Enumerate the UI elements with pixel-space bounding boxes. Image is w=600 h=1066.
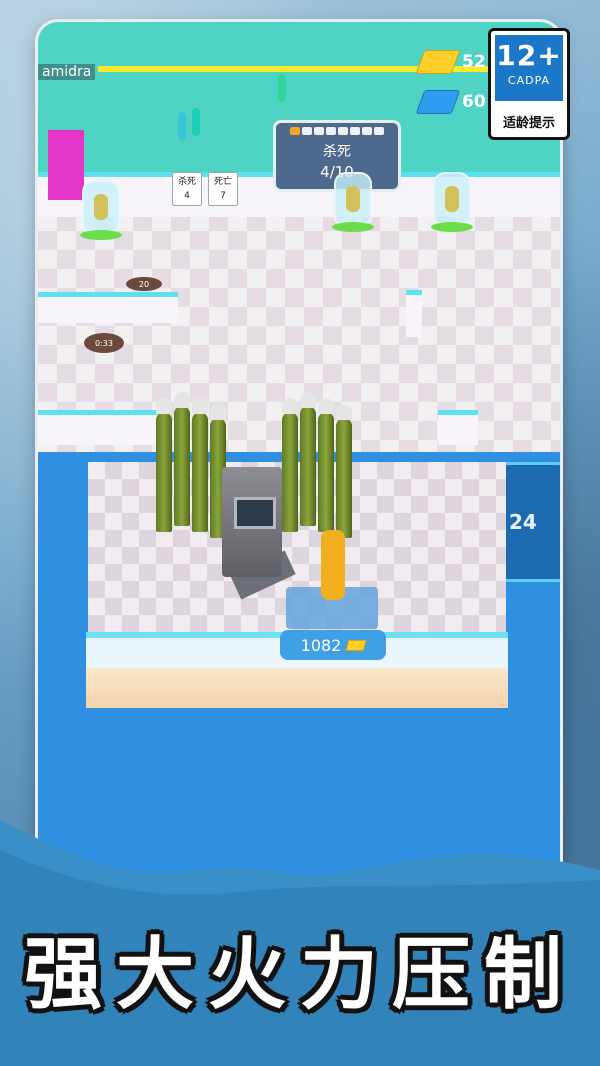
gold-counter: 52	[415, 50, 486, 74]
timer-badge: 0:33	[84, 333, 124, 353]
missile-turret[interactable]	[222, 467, 282, 577]
gem-bar-icon	[415, 90, 461, 114]
turret-price-button[interactable]: 1082	[280, 630, 386, 660]
kill-title: 杀死	[323, 144, 351, 160]
gem-counter: 60	[415, 90, 486, 114]
stickman	[278, 74, 286, 102]
age-rating-badge: 12+ CADPA 适龄提示	[488, 28, 570, 140]
age-rating-org: CADPA	[507, 74, 551, 87]
gold-bar-icon	[415, 50, 461, 74]
pink-gate	[48, 130, 84, 200]
floor-wall	[38, 410, 168, 445]
banner-title: 强大火力压制	[23, 930, 576, 1020]
stickman	[178, 112, 186, 140]
kill-progress-bar	[276, 127, 398, 135]
floor-wall	[438, 410, 478, 445]
age-rating-label: 适龄提示	[502, 116, 555, 131]
floor-wall	[38, 292, 178, 323]
stickman	[192, 108, 200, 136]
clone-tank[interactable]	[431, 172, 473, 232]
clone-tank[interactable]	[80, 180, 122, 240]
gold-bar-icon	[345, 639, 367, 651]
pad-tag: 20	[126, 277, 162, 291]
kills-stat: 杀死 4	[172, 172, 202, 206]
platform-side	[86, 668, 508, 708]
missile-rack-right	[282, 392, 352, 542]
clone-tank[interactable]	[332, 172, 374, 232]
age-rating-number: 12+	[496, 39, 562, 72]
deaths-stat: 死亡 7	[208, 172, 238, 206]
game-screen[interactable]: amidra 杀死 4/10 杀死 4 死亡 7 52 60 20 0:33 24	[38, 22, 560, 922]
player-name-tag: amidra	[38, 64, 96, 80]
floor-pillar	[406, 290, 422, 337]
player-character	[321, 530, 345, 600]
missile-rack-left	[156, 392, 226, 542]
